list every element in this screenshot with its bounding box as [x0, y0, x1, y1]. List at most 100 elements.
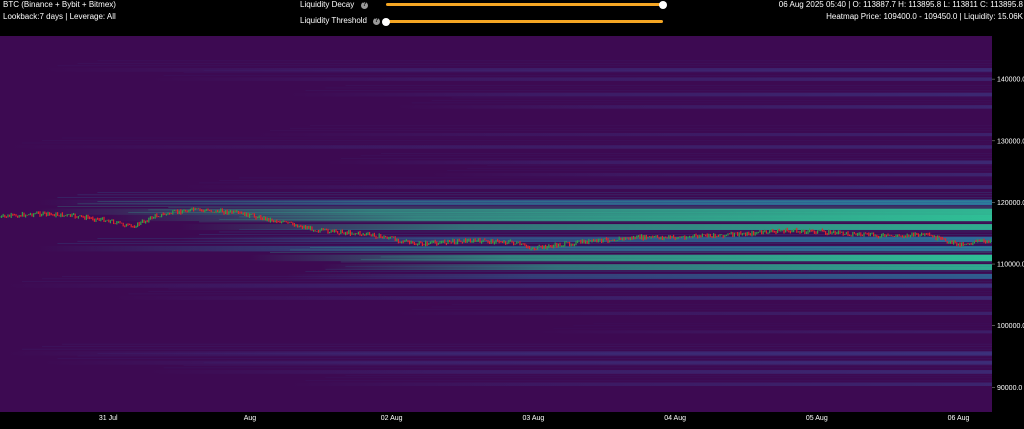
price-candle: [319, 229, 321, 233]
price-candle: [313, 229, 315, 232]
price-candle: [217, 209, 219, 213]
price-candle: [903, 235, 905, 239]
price-candle: [578, 240, 580, 242]
liquidation-heatmap-chart[interactable]: 90000.0 100000.0 110000.0 120000.0 130000.0 1…: [0, 0, 1024, 429]
price-candle: [799, 231, 801, 234]
price-candle: [660, 236, 662, 240]
price-candle: [333, 229, 335, 233]
price-candle: [452, 238, 454, 243]
price-candle: [209, 209, 211, 212]
price-candle: [695, 233, 697, 237]
price-candle: [306, 225, 308, 230]
price-candle: [785, 228, 787, 233]
price-candle: [980, 239, 982, 242]
price-candle: [194, 207, 196, 211]
liquidity-band-line: [183, 72, 992, 73]
liquidity-band-line: [360, 155, 992, 157]
liquidity-decay-slider[interactable]: [386, 0, 667, 9]
price-candle: [545, 244, 547, 249]
price-candle: [343, 232, 345, 235]
price-candle: [359, 230, 361, 236]
price-candle: [329, 231, 331, 234]
price-candle: [298, 225, 300, 228]
price-candle: [157, 216, 159, 218]
price-candle: [759, 230, 761, 233]
price-candle: [764, 229, 766, 233]
price-candle: [700, 235, 702, 238]
price-candle: [567, 242, 569, 244]
price-candle: [167, 212, 169, 215]
price-candle: [377, 237, 379, 239]
price-candle: [913, 232, 915, 237]
price-candle: [338, 233, 340, 236]
liquidity-threshold-slider[interactable]: [382, 17, 663, 26]
price-candle: [228, 211, 230, 215]
slider-handle[interactable]: [659, 0, 667, 9]
price-candle: [7, 214, 9, 218]
liquidity-band: [285, 92, 992, 97]
liquidity-band-line: [148, 291, 992, 292]
price-candle: [407, 240, 409, 243]
liquidity-band-line: [77, 203, 992, 205]
price-candle: [713, 233, 715, 238]
price-candle: [935, 235, 937, 241]
price-candle: [959, 242, 961, 248]
price-candle: [874, 234, 876, 237]
price-candle: [482, 239, 484, 243]
time-axis: 31 Jul Aug 02 Aug 03 Aug 04 Aug 05 Aug 06 Aug: [99, 415, 970, 422]
price-candle: [703, 234, 705, 236]
price-candle: [877, 235, 879, 239]
price-candle: [964, 244, 966, 246]
price-candle: [13, 213, 15, 216]
liquidity-band-line: [289, 127, 992, 129]
price-candle: [604, 238, 606, 240]
price-candle: [340, 229, 342, 235]
price-candle: [901, 235, 903, 238]
price-candle: [356, 233, 358, 234]
price-candle: [586, 240, 588, 244]
price-candle: [941, 237, 943, 240]
price-candle: [396, 238, 398, 242]
price-candle: [561, 245, 563, 248]
price-candle: [693, 234, 695, 238]
price-candle: [778, 228, 780, 232]
price-candle: [197, 208, 199, 209]
price-candle: [45, 212, 47, 217]
price-candle: [625, 237, 627, 240]
price-candle: [143, 219, 145, 223]
price-candle: [140, 221, 142, 226]
slider-handle[interactable]: [382, 17, 390, 26]
price-candle: [60, 213, 62, 218]
price-candle: [671, 235, 673, 238]
liquidity-decay-label: Liquidity Decay: [300, 0, 355, 9]
price-candle: [815, 231, 817, 235]
price-candle: [247, 212, 249, 218]
liquidity-band-line: [325, 377, 992, 379]
price-candle: [4, 214, 6, 218]
price-candle: [289, 222, 291, 224]
price-candle: [873, 232, 875, 237]
price-candle: [481, 240, 483, 244]
price-candle: [149, 216, 151, 220]
price-candle: [844, 233, 846, 236]
price-candle: [268, 217, 270, 222]
price-candle: [162, 212, 164, 216]
liquidity-threshold-label: Liquidity Threshold: [300, 16, 368, 25]
price-candle: [245, 212, 247, 217]
price-candle: [321, 228, 323, 231]
price-candle: [271, 218, 273, 222]
price-candle: [378, 233, 380, 239]
liquidity-band-line: [219, 219, 993, 220]
price-candle: [945, 238, 947, 242]
price-candle: [506, 242, 508, 245]
info-icon[interactable]: ?: [361, 2, 368, 9]
price-candle: [97, 217, 99, 220]
liquidity-band-line: [163, 74, 992, 76]
price-candle: [426, 241, 428, 246]
price-candle: [876, 234, 878, 238]
price-candle: [293, 223, 295, 227]
price-candle: [828, 229, 830, 235]
info-icon[interactable]: ?: [373, 18, 380, 25]
price-candle: [708, 233, 710, 238]
price-candle: [559, 242, 561, 247]
